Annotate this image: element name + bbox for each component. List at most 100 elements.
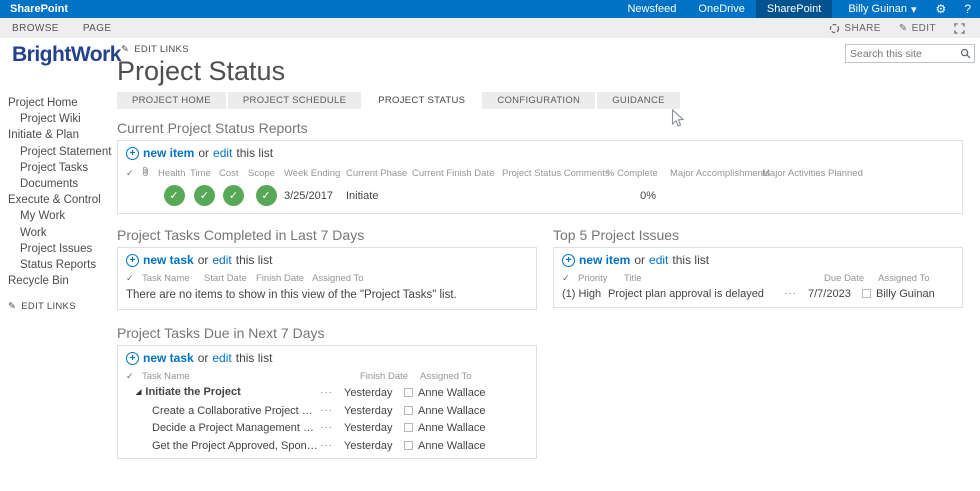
pencil-icon: ✎ xyxy=(8,301,17,313)
share-button[interactable]: SHARE xyxy=(822,23,887,34)
col-finish-date[interactable]: Finish Date xyxy=(360,371,420,382)
sidebar-item-project-home[interactable]: Project Home xyxy=(8,95,114,111)
select-all-icon[interactable]: ✓ xyxy=(126,168,142,179)
tab-project-status[interactable]: PROJECT STATUS xyxy=(363,92,481,109)
add-icon[interactable]: + xyxy=(126,351,139,365)
new-task-link[interactable]: new task xyxy=(143,253,194,267)
new-item-link[interactable]: new item xyxy=(143,146,194,160)
col-scope[interactable]: Scope xyxy=(248,168,284,179)
tab-guidance[interactable]: GUIDANCE xyxy=(597,92,680,109)
task-row-group[interactable]: ◢ Initiate the Project ··· Yesterday Anne… xyxy=(126,385,528,401)
add-icon[interactable]: + xyxy=(126,146,139,160)
ellipsis-menu[interactable]: ··· xyxy=(320,404,344,419)
assigned-to-name[interactable]: Anne Wallace xyxy=(418,405,485,417)
sidebar-item-project-tasks[interactable]: Project Tasks xyxy=(8,160,114,176)
ribbon-tab-browse[interactable]: BROWSE xyxy=(0,23,71,34)
add-icon[interactable]: + xyxy=(562,253,575,267)
nav-newsfeed[interactable]: Newsfeed xyxy=(616,0,687,18)
col-assigned-to[interactable]: Assigned To xyxy=(312,273,372,284)
issue-row[interactable]: (1) High Project plan approval is delaye… xyxy=(562,287,954,302)
status-report-row[interactable]: ✓ ✓ ✓ ✓ 3/25/2017 Initiate 0% xyxy=(126,183,954,208)
col-project-status-comments[interactable]: Project Status Comments xyxy=(502,168,610,179)
toolbar-or-text: or xyxy=(634,253,646,267)
sidebar-item-my-work[interactable]: My Work xyxy=(8,208,114,224)
task-row[interactable]: Create a Collaborative Project Site ··· … xyxy=(126,404,528,419)
col-percent-complete[interactable]: % Complete xyxy=(606,168,658,179)
focus-button[interactable] xyxy=(947,22,972,34)
collapse-group-icon[interactable]: ◢ xyxy=(136,389,141,396)
col-current-finish-date[interactable]: Current Finish Date xyxy=(412,168,502,179)
edit-button[interactable]: ✎ EDIT xyxy=(892,23,943,34)
gear-icon[interactable]: ⚙ xyxy=(927,2,956,16)
task-row[interactable]: Get the Project Approved, Sponsored, and… xyxy=(126,439,528,454)
new-task-link[interactable]: new task xyxy=(143,351,194,365)
ellipsis-menu[interactable]: ··· xyxy=(784,287,808,302)
col-time[interactable]: Time xyxy=(190,168,219,179)
ellipsis-menu[interactable]: ··· xyxy=(320,439,344,454)
edit-list-link[interactable]: edit xyxy=(213,146,232,160)
sidebar-edit-links[interactable]: ✎ EDIT LINKS xyxy=(8,301,114,312)
task-row[interactable]: Decide a Project Management Process ··· … xyxy=(126,421,528,436)
search-button[interactable] xyxy=(956,48,974,59)
tab-project-home[interactable]: PROJECT HOME xyxy=(117,92,226,109)
tab-configuration[interactable]: CONFIGURATION xyxy=(482,92,596,109)
sidebar-item-status-reports[interactable]: Status Reports xyxy=(8,257,114,273)
col-assigned-to[interactable]: Assigned To xyxy=(878,273,930,284)
col-priority[interactable]: Priority xyxy=(578,273,624,284)
col-cost[interactable]: Cost xyxy=(219,168,248,179)
col-task-name[interactable]: Task Name xyxy=(142,273,204,284)
task-name-cell[interactable]: Get the Project Approved, Sponsored, and… xyxy=(126,439,320,454)
ellipsis-menu[interactable]: ··· xyxy=(320,386,344,401)
issue-title-cell[interactable]: Project plan approval is delayed xyxy=(608,287,784,302)
sidebar-item-project-statement[interactable]: Project Statement xyxy=(8,144,114,160)
tab-project-schedule[interactable]: PROJECT SCHEDULE xyxy=(227,92,362,109)
presence-checkbox[interactable] xyxy=(404,440,413,450)
sidebar-item-initiate-plan[interactable]: Initiate & Plan xyxy=(8,127,114,143)
sidebar-item-documents[interactable]: Documents xyxy=(8,176,114,192)
brightwork-logo[interactable]: BrightWork xyxy=(12,43,121,67)
presence-checkbox[interactable] xyxy=(404,423,413,432)
edit-list-link[interactable]: edit xyxy=(649,253,668,267)
col-due-date[interactable]: Due Date xyxy=(824,273,878,284)
add-icon[interactable]: + xyxy=(126,253,139,267)
ribbon-tab-page[interactable]: PAGE xyxy=(71,23,124,34)
sidebar-item-execute-control[interactable]: Execute & Control xyxy=(8,192,114,208)
assigned-to-name[interactable]: Anne Wallace xyxy=(418,440,485,452)
task-name-cell[interactable]: Create a Collaborative Project Site xyxy=(126,404,320,419)
sidebar-item-project-wiki[interactable]: Project Wiki xyxy=(8,111,114,127)
sidebar-item-recycle-bin[interactable]: Recycle Bin xyxy=(8,273,114,289)
task-name-cell[interactable]: Decide a Project Management Process xyxy=(126,421,320,436)
nav-onedrive[interactable]: OneDrive xyxy=(687,0,755,18)
help-icon[interactable]: ? xyxy=(955,2,980,16)
col-major-accomplishments[interactable]: Major Accomplishments xyxy=(656,168,770,179)
edit-list-link[interactable]: edit xyxy=(212,351,231,365)
nav-sharepoint[interactable]: SharePoint xyxy=(755,0,833,18)
sidebar-item-project-issues[interactable]: Project Issues xyxy=(8,241,114,257)
presence-checkbox[interactable] xyxy=(404,405,413,415)
col-health[interactable]: Health xyxy=(158,168,190,179)
assigned-to-name[interactable]: Anne Wallace xyxy=(418,422,485,434)
search-input[interactable] xyxy=(846,47,956,60)
sidebar-item-work[interactable]: Work xyxy=(8,225,114,241)
col-finish-date[interactable]: Finish Date xyxy=(256,273,312,284)
task-name-cell[interactable]: ◢ Initiate the Project xyxy=(126,385,320,401)
col-start-date[interactable]: Start Date xyxy=(204,273,256,284)
select-all-icon[interactable]: ✓ xyxy=(126,273,142,284)
new-item-link[interactable]: new item xyxy=(579,253,630,267)
col-major-activities-planned[interactable]: Major Activities Planned xyxy=(762,168,868,179)
presence-checkbox[interactable] xyxy=(404,387,413,397)
col-week-ending[interactable]: Week Ending xyxy=(284,168,346,179)
ellipsis-menu[interactable]: ··· xyxy=(320,421,344,436)
assigned-to-name[interactable]: Billy Guinan xyxy=(876,288,935,300)
header-edit-links[interactable]: ✎ EDIT LINKS xyxy=(121,44,189,55)
user-menu[interactable]: Billy Guinan ▾ xyxy=(832,3,926,16)
col-assigned-to[interactable]: Assigned To xyxy=(420,371,472,382)
col-title[interactable]: Title xyxy=(624,273,824,284)
select-all-icon[interactable]: ✓ xyxy=(562,273,578,284)
assigned-to-name[interactable]: Anne Wallace xyxy=(418,387,485,399)
presence-checkbox[interactable] xyxy=(862,289,871,298)
col-current-phase[interactable]: Current Phase xyxy=(346,168,412,179)
edit-list-link[interactable]: edit xyxy=(212,253,231,267)
col-task-name[interactable]: Task Name xyxy=(142,371,360,382)
select-all-icon[interactable]: ✓ xyxy=(126,371,142,382)
